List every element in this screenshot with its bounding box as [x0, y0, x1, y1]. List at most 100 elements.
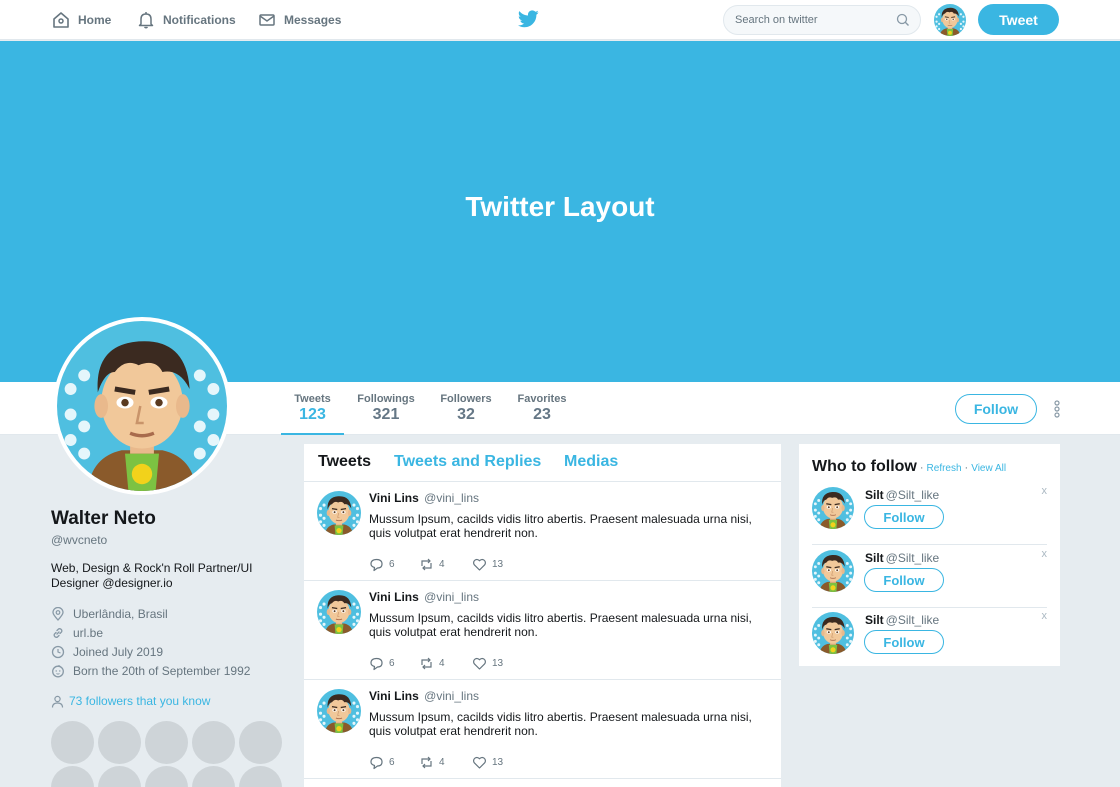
- follower-avatar-placeholder[interactable]: [192, 721, 235, 764]
- tweet-text: Mussum Ipsum, cacilds vidis litro aberti…: [369, 611, 752, 639]
- tab-tweets-and-replies[interactable]: Tweets and Replies: [394, 453, 541, 471]
- suggestion-handle: @Silt_like: [885, 551, 940, 565]
- nav-notifications-label: Notifications: [163, 13, 236, 27]
- like-action[interactable]: 13: [472, 656, 503, 671]
- profile-name: Walter Neto: [51, 508, 156, 529]
- tweet-avatar[interactable]: [317, 590, 361, 634]
- dismiss-suggestion-button[interactable]: x: [1042, 548, 1048, 560]
- follower-avatar-placeholder[interactable]: [98, 721, 141, 764]
- nav-home[interactable]: Home: [51, 0, 111, 40]
- suggestion-identity[interactable]: Silt @Silt_like: [865, 488, 939, 502]
- top-navigation-bar: Home Notifications Messages Tweet: [0, 0, 1120, 40]
- dismiss-suggestion-button[interactable]: x: [1042, 610, 1048, 622]
- nav-messages[interactable]: Messages: [257, 0, 341, 40]
- follower-avatar-placeholder[interactable]: [51, 721, 94, 764]
- stat-followers-label: Followers: [440, 393, 492, 405]
- suggestion-avatar[interactable]: [812, 487, 854, 529]
- heart-icon: [473, 756, 486, 769]
- tweet-button[interactable]: Tweet: [978, 4, 1059, 35]
- stat-followers[interactable]: Followers 32: [437, 382, 495, 435]
- separator-dot: ·: [919, 462, 924, 474]
- more-dots-icon[interactable]: [1052, 400, 1062, 418]
- tweet-avatar[interactable]: [317, 491, 361, 535]
- suggestion-follow-button[interactable]: Follow: [864, 630, 944, 654]
- stat-followings-label: Followings: [357, 393, 415, 405]
- tweet-author-handle[interactable]: @vini_lins: [424, 689, 479, 703]
- like-count: 13: [492, 757, 504, 768]
- refresh-link[interactable]: Refresh: [927, 463, 962, 474]
- bell-icon: [138, 12, 154, 29]
- retweet-count: 4: [439, 559, 445, 570]
- twitter-bird-icon[interactable]: [518, 10, 539, 28]
- suggestion-name: Silt: [865, 488, 884, 502]
- suggestion-handle: @Silt_like: [885, 488, 940, 502]
- tab-medias[interactable]: Medias: [564, 453, 618, 471]
- stat-favorites-value: 23: [533, 406, 551, 423]
- tab-tweets[interactable]: Tweets: [318, 453, 371, 471]
- tweet-author-handle[interactable]: @vini_lins: [424, 491, 479, 505]
- profile-url-link[interactable]: url.be: [73, 626, 103, 640]
- suggestion-avatar[interactable]: [812, 612, 854, 654]
- tweet-author-name[interactable]: Vini Lins: [369, 590, 419, 604]
- search-icon[interactable]: [896, 13, 910, 27]
- nav-notifications[interactable]: Notifications: [136, 0, 236, 40]
- retweet-icon: [421, 558, 432, 571]
- follower-avatar-placeholder[interactable]: [239, 721, 282, 764]
- reply-action[interactable]: 6: [369, 755, 395, 770]
- tweet-author-name[interactable]: Vini Lins: [369, 491, 419, 505]
- like-action[interactable]: 13: [472, 557, 503, 572]
- profile-location: Uberlândia, Brasil: [51, 604, 291, 623]
- like-action[interactable]: 13: [472, 755, 503, 770]
- follower-avatar-placeholder[interactable]: [51, 766, 94, 787]
- retweet-action[interactable]: 4: [419, 656, 445, 671]
- tweet-header: Vini Lins @vini_lins: [369, 590, 479, 604]
- tweet-author-name[interactable]: Vini Lins: [369, 689, 419, 703]
- reply-action[interactable]: 6: [369, 557, 395, 572]
- user-avatar[interactable]: [934, 4, 966, 36]
- reply-action[interactable]: 6: [369, 656, 395, 671]
- stat-tweets[interactable]: Tweets 123: [281, 382, 344, 435]
- stat-tweets-value: 123: [299, 406, 326, 423]
- tweet-item[interactable]: Vini Lins @vini_lins Mussum Ipsum, cacil…: [304, 482, 781, 581]
- dismiss-suggestion-button[interactable]: x: [1042, 485, 1048, 497]
- tweet-author-handle[interactable]: @vini_lins: [424, 590, 479, 604]
- search-box[interactable]: [723, 5, 921, 35]
- profile-avatar[interactable]: [53, 317, 231, 495]
- profile-joined: Joined July 2019: [51, 642, 291, 661]
- suggestion-avatar[interactable]: [812, 550, 854, 592]
- suggestion-identity[interactable]: Silt @Silt_like: [865, 551, 939, 565]
- tweet-avatar[interactable]: [317, 689, 361, 733]
- suggestion-follow-button[interactable]: Follow: [864, 568, 944, 592]
- tweet-item[interactable]: Vini Lins @vini_lins Mussum Ipsum, cacil…: [304, 581, 781, 680]
- follow-button[interactable]: Follow: [955, 394, 1037, 424]
- follower-avatar-placeholder[interactable]: [145, 766, 188, 787]
- retweet-icon: [421, 657, 432, 670]
- stat-tweets-label: Tweets: [294, 393, 331, 405]
- stat-followings[interactable]: Followings 321: [355, 382, 417, 435]
- like-count: 13: [492, 658, 504, 669]
- followers-you-know-link[interactable]: 73 followers that you know: [51, 694, 291, 708]
- follower-avatar-placeholder[interactable]: [145, 721, 188, 764]
- follower-avatar-placeholder[interactable]: [98, 766, 141, 787]
- suggestion-follow-button[interactable]: Follow: [864, 505, 944, 529]
- reply-icon: [370, 558, 383, 572]
- suggestion-identity[interactable]: Silt @Silt_like: [865, 613, 939, 627]
- heart-icon: [473, 657, 486, 670]
- reply-count: 6: [389, 757, 395, 768]
- link-icon: [53, 627, 63, 638]
- stat-followers-value: 32: [457, 406, 475, 423]
- suggestion-handle: @Silt_like: [885, 613, 940, 627]
- follower-avatar-placeholder[interactable]: [192, 766, 235, 787]
- search-input[interactable]: [724, 6, 884, 34]
- follower-avatar-placeholder[interactable]: [239, 766, 282, 787]
- timeline: Tweets Tweets and Replies Medias Vini Li…: [304, 444, 781, 787]
- retweet-action[interactable]: 4: [419, 755, 445, 770]
- tweet-item[interactable]: Vini Lins @vini_lins Mussum Ipsum, cacil…: [304, 680, 781, 779]
- clock-icon: [51, 645, 65, 658]
- followers-you-know-text: 73 followers that you know: [69, 694, 211, 708]
- tweet-header: Vini Lins @vini_lins: [369, 491, 479, 505]
- location-pin-icon: [52, 606, 64, 621]
- stat-favorites[interactable]: Favorites 23: [512, 382, 572, 435]
- retweet-action[interactable]: 4: [419, 557, 445, 572]
- view-all-link[interactable]: View All: [971, 463, 1006, 474]
